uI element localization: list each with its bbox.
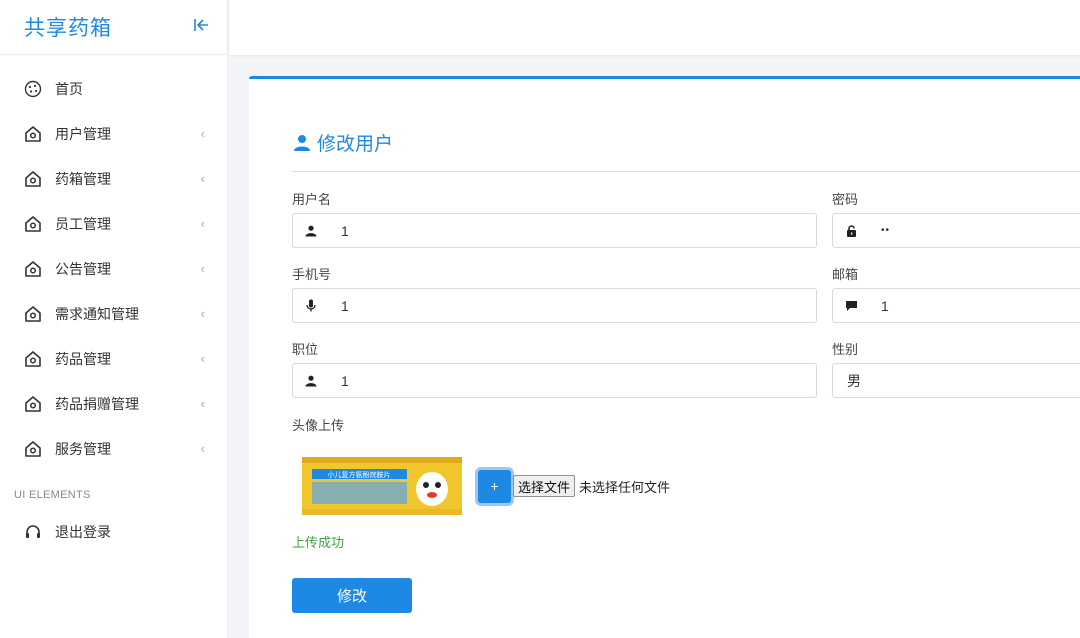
sidebar-item-label: 服务管理 bbox=[55, 440, 111, 457]
chevron-left-icon: ‹ bbox=[200, 441, 205, 456]
gender-select[interactable]: 男 bbox=[832, 363, 1080, 398]
phone-field[interactable]: 1 bbox=[292, 288, 817, 323]
avatar-label: 头像上传 bbox=[292, 418, 345, 433]
chevron-left-icon: ‹ bbox=[200, 396, 205, 411]
top-bar bbox=[229, 0, 1080, 55]
sidebar-item-label: 需求通知管理 bbox=[55, 305, 139, 322]
file-status-text: 未选择任何文件 bbox=[579, 479, 671, 495]
home-icon bbox=[23, 439, 43, 459]
microphone-icon bbox=[293, 299, 329, 312]
sidebar-item-announcement-management[interactable]: 公告管理 ‹ bbox=[0, 246, 227, 291]
password-label: 密码 bbox=[832, 192, 859, 207]
phone-value: 1 bbox=[341, 297, 349, 314]
sidebar-item-logout[interactable]: 退出登录 bbox=[0, 509, 227, 554]
position-value: 1 bbox=[341, 372, 349, 389]
avatar-upload-row: 小儿复方氨酚烷胺片 + 选择文件 未选择任何文件 bbox=[302, 457, 670, 515]
sidebar-item-home[interactable]: 首页 bbox=[0, 66, 227, 111]
sidebar-item-label: 药品捐赠管理 bbox=[55, 395, 139, 412]
sidebar-item-label: 退出登录 bbox=[55, 523, 111, 540]
cookie-icon bbox=[23, 79, 43, 99]
headphones-icon bbox=[23, 522, 43, 542]
lock-icon bbox=[833, 224, 869, 237]
user-icon bbox=[293, 225, 329, 237]
choose-file-button[interactable]: 选择文件 bbox=[513, 475, 576, 497]
brand-header: 共享药箱 bbox=[0, 0, 227, 55]
home-icon bbox=[23, 124, 43, 144]
sidebar-item-demand-notice-management[interactable]: 需求通知管理 ‹ bbox=[0, 291, 227, 336]
gender-label: 性别 bbox=[832, 342, 859, 357]
home-icon bbox=[23, 394, 43, 414]
email-label: 邮箱 bbox=[832, 267, 859, 282]
sidebar-item-label: 用户管理 bbox=[55, 125, 111, 142]
chevron-left-icon: ‹ bbox=[200, 216, 205, 231]
sidebar-item-label: 公告管理 bbox=[55, 260, 111, 277]
position-field[interactable]: 1 bbox=[292, 363, 817, 398]
phone-label: 手机号 bbox=[292, 267, 332, 282]
chevron-left-icon: ‹ bbox=[200, 306, 205, 321]
brand-title: 共享药箱 bbox=[24, 17, 112, 40]
page-title: 修改用户 bbox=[293, 129, 393, 156]
email-field[interactable]: 1 bbox=[832, 288, 1080, 323]
sidebar-item-medicine-box-management[interactable]: 药箱管理 ‹ bbox=[0, 156, 227, 201]
sidebar-menu: 首页 用户管理 ‹ 药箱管理 ‹ 员工管理 ‹ 公告管理 ‹ 需求通知管理 ‹ bbox=[0, 55, 227, 471]
chevron-left-icon: ‹ bbox=[200, 171, 205, 186]
username-label: 用户名 bbox=[292, 192, 332, 207]
upload-success-message: 上传成功 bbox=[292, 535, 345, 550]
sidebar-item-label: 员工管理 bbox=[55, 215, 111, 232]
chevron-left-icon: ‹ bbox=[200, 126, 205, 141]
home-icon bbox=[23, 214, 43, 234]
user-icon bbox=[293, 375, 329, 387]
sidebar-item-medicine-management[interactable]: 药品管理 ‹ bbox=[0, 336, 227, 381]
email-value: 1 bbox=[881, 297, 889, 314]
sidebar-item-donation-management[interactable]: 药品捐赠管理 ‹ bbox=[0, 381, 227, 426]
title-divider bbox=[292, 171, 1080, 172]
sidebar-item-staff-management[interactable]: 员工管理 ‹ bbox=[0, 201, 227, 246]
home-icon bbox=[23, 304, 43, 324]
gender-value: 男 bbox=[847, 372, 861, 389]
sidebar-item-label: 首页 bbox=[55, 80, 83, 97]
sidebar-item-label: 药箱管理 bbox=[55, 170, 111, 187]
add-avatar-button[interactable]: + bbox=[478, 469, 511, 503]
user-icon bbox=[293, 134, 311, 152]
home-icon bbox=[23, 349, 43, 369]
sidebar-item-service-management[interactable]: 服务管理 ‹ bbox=[0, 426, 227, 471]
section-label-ui-elements: UI ELEMENTS bbox=[14, 489, 91, 501]
sidebar: 共享药箱 首页 用户管理 ‹ 药箱管理 ‹ 员工管理 ‹ 公告管理 ‹ 需求通知… bbox=[0, 0, 228, 638]
username-field[interactable]: 1 bbox=[292, 213, 817, 248]
page-title-text: 修改用户 bbox=[317, 134, 394, 155]
password-field[interactable]: •• bbox=[832, 213, 1080, 248]
comment-icon bbox=[833, 300, 869, 312]
sidebar-item-user-management[interactable]: 用户管理 ‹ bbox=[0, 111, 227, 156]
home-icon bbox=[23, 169, 43, 189]
thumb-text: 小儿复方氨酚烷胺片 bbox=[328, 470, 391, 479]
submit-edit-button[interactable]: 修改 bbox=[292, 578, 412, 613]
chevron-left-icon: ‹ bbox=[200, 351, 205, 366]
password-value: •• bbox=[881, 225, 891, 236]
avatar-preview-image: 小儿复方氨酚烷胺片 bbox=[302, 457, 462, 515]
position-label: 职位 bbox=[292, 342, 319, 357]
username-value: 1 bbox=[341, 222, 349, 239]
chevron-left-icon: ‹ bbox=[200, 261, 205, 276]
collapse-sidebar-icon[interactable] bbox=[193, 18, 209, 37]
edit-user-card: 修改用户 用户名 1 密码 •• 手机号 1 邮箱 1 职位 1 性别 男 头像… bbox=[249, 76, 1080, 638]
sidebar-item-label: 药品管理 bbox=[55, 350, 111, 367]
home-icon bbox=[23, 259, 43, 279]
